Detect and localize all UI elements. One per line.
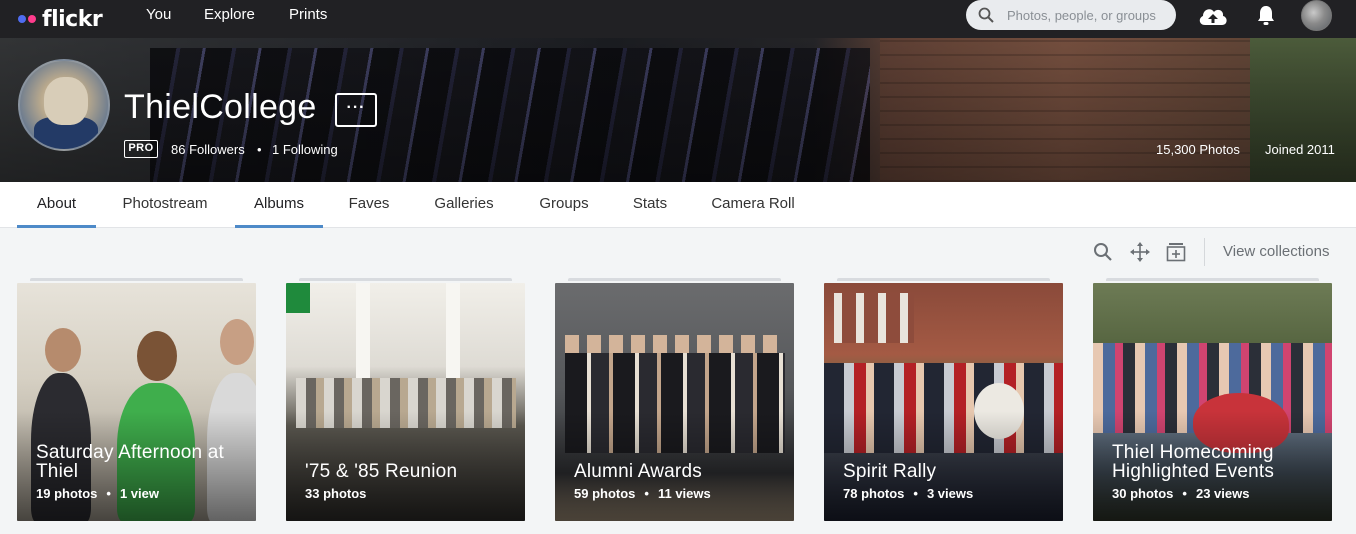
following-link[interactable]: 1 Following bbox=[272, 142, 338, 157]
pro-badge: PRO bbox=[124, 140, 158, 158]
tab-camera-roll[interactable]: Camera Roll bbox=[704, 182, 802, 228]
album-stack-edge bbox=[30, 278, 243, 281]
search-input[interactable]: Photos, people, or groups bbox=[1007, 8, 1156, 23]
followers-link[interactable]: 86 Followers bbox=[171, 142, 245, 157]
album-photo-count: 78 photos bbox=[843, 486, 905, 501]
album-stats: 78 photos • 3 views bbox=[843, 486, 973, 501]
search-box[interactable]: Photos, people, or groups bbox=[966, 0, 1176, 30]
joined-date: Joined 2011 bbox=[1265, 142, 1335, 157]
album-stack-edge bbox=[299, 278, 512, 281]
nav-link-explore[interactable]: Explore bbox=[204, 0, 255, 38]
album-stats: 19 photos • 1 view bbox=[36, 486, 159, 501]
album-stack-edge bbox=[1106, 278, 1319, 281]
album-photo-count: 30 photos bbox=[1112, 486, 1174, 501]
search-icon bbox=[978, 7, 994, 23]
stats-separator: • bbox=[1182, 486, 1187, 501]
tab-faves[interactable]: Faves bbox=[341, 182, 397, 228]
album-title: Spirit Rally bbox=[843, 461, 937, 482]
add-album-icon[interactable] bbox=[1166, 242, 1186, 262]
logo-dot-blue bbox=[18, 15, 26, 23]
tab-galleries[interactable]: Galleries bbox=[426, 182, 502, 228]
album-card-spirit-rally[interactable]: Spirit Rally 78 photos • 3 views bbox=[824, 283, 1063, 521]
tab-groups[interactable]: Groups bbox=[530, 182, 598, 228]
album-photo-count: 19 photos bbox=[36, 486, 98, 501]
album-stack-edge bbox=[837, 278, 1050, 281]
bell-icon[interactable] bbox=[1256, 4, 1276, 26]
album-view-count: 23 views bbox=[1195, 486, 1250, 501]
avatar[interactable] bbox=[1301, 0, 1332, 31]
album-photo-count: 59 photos bbox=[574, 486, 636, 501]
more-options-button[interactable]: ··· bbox=[335, 93, 377, 127]
stats-separator: • bbox=[644, 486, 649, 501]
album-photo-count: 33 photos bbox=[305, 486, 367, 501]
album-stack-edge bbox=[568, 278, 781, 281]
album-card-reunion[interactable]: '75 & '85 Reunion 33 photos bbox=[286, 283, 525, 521]
album-stats: 59 photos • 11 views bbox=[574, 486, 711, 501]
album-view-count: 3 views bbox=[926, 486, 974, 501]
move-icon[interactable] bbox=[1130, 242, 1150, 262]
meta-separator: • bbox=[257, 142, 262, 157]
album-stats: 30 photos • 23 views bbox=[1112, 486, 1249, 501]
flickr-logo[interactable]: flickr bbox=[18, 4, 103, 34]
view-collections-link[interactable]: View collections bbox=[1223, 243, 1329, 260]
profile-tabs: About Photostream Albums Faves Galleries… bbox=[0, 182, 1356, 228]
toolbar-divider bbox=[1204, 238, 1205, 266]
tab-photostream[interactable]: Photostream bbox=[114, 182, 216, 228]
album-stats: 33 photos bbox=[305, 486, 366, 501]
album-view-count: 11 views bbox=[657, 486, 711, 501]
profile-cover: ThielCollege ··· PRO 86 Followers • 1 Fo… bbox=[0, 38, 1356, 182]
upload-cloud-icon[interactable] bbox=[1197, 5, 1229, 27]
nav-link-prints[interactable]: Prints bbox=[289, 0, 327, 38]
album-card-saturday-afternoon[interactable]: Saturday Afternoon at Thiel 19 photos • 1 … bbox=[17, 283, 256, 521]
album-card-alumni-awards[interactable]: Alumni Awards 59 photos • 11 views bbox=[555, 283, 794, 521]
album-title: Saturday Afternoon at Thiel bbox=[36, 442, 224, 482]
tab-about[interactable]: About bbox=[17, 182, 96, 228]
album-view-count: 1 view bbox=[119, 486, 159, 501]
tab-stats[interactable]: Stats bbox=[626, 182, 674, 228]
page-title: ThielCollege bbox=[124, 88, 317, 126]
photos-count: 15,300 Photos bbox=[1156, 142, 1240, 157]
stats-separator: • bbox=[106, 486, 111, 501]
top-nav: flickr You Explore Prints Photos, people… bbox=[0, 0, 1356, 38]
nav-link-you[interactable]: You bbox=[146, 0, 171, 38]
logo-dot-pink bbox=[28, 15, 36, 23]
album-title: Thiel Homecoming Highlighted Events bbox=[1112, 442, 1275, 482]
mascot-head bbox=[44, 77, 88, 125]
stats-separator: • bbox=[913, 486, 918, 501]
logo-text: flickr bbox=[42, 6, 103, 32]
album-title: '75 & '85 Reunion bbox=[305, 461, 458, 482]
profile-avatar[interactable] bbox=[18, 59, 110, 151]
album-title: Alumni Awards bbox=[574, 461, 702, 482]
album-card-homecoming[interactable]: Thiel Homecoming Highlighted Events 30 p… bbox=[1093, 283, 1332, 521]
tab-albums[interactable]: Albums bbox=[235, 182, 323, 228]
search-icon[interactable] bbox=[1093, 242, 1113, 262]
